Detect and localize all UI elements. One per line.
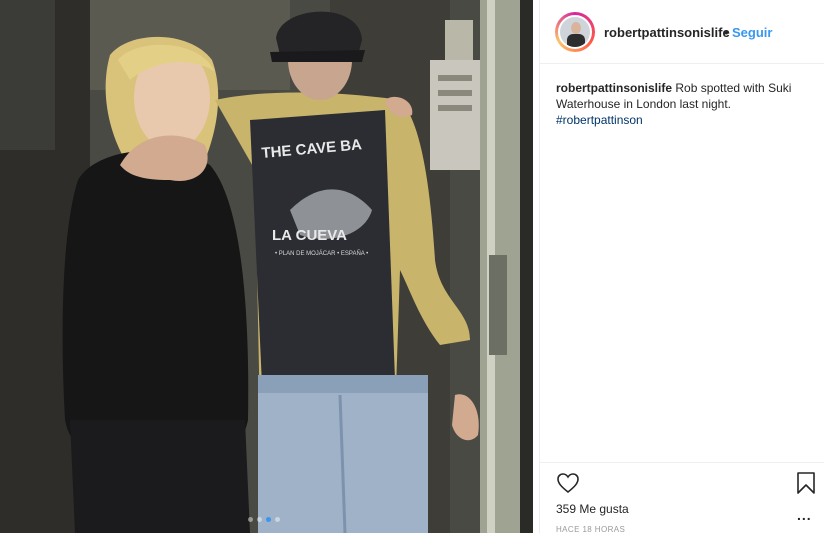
caption-username[interactable]: robertpattinsonislife <box>556 81 672 95</box>
header-separator: • <box>724 25 729 40</box>
bookmark-outline-icon[interactable] <box>796 471 816 495</box>
carousel-dots <box>248 517 280 522</box>
shirt-print-middle: LA CUEVA <box>272 227 347 244</box>
likes-count[interactable]: 359 Me gusta <box>556 502 629 516</box>
carousel-dot[interactable] <box>275 517 280 522</box>
post-header: robertpattinsonislife • Seguir <box>540 0 824 64</box>
carousel-dot[interactable] <box>248 517 253 522</box>
photo-scene: THE CAVE BA LA CUEVA • PLAN DE MOJÁCAR •… <box>0 0 533 533</box>
avatar[interactable] <box>555 12 595 52</box>
post-sidebar: robertpattinsonislife • Seguir robertpat… <box>539 0 824 534</box>
post-actions: 359 Me gusta HACE 18 HORAS ... <box>540 462 824 534</box>
more-options-icon[interactable]: ... <box>797 507 812 523</box>
post-photo[interactable]: THE CAVE BA LA CUEVA • PLAN DE MOJÁCAR •… <box>0 0 533 533</box>
hashtag-link[interactable]: #robertpattinson <box>556 112 811 128</box>
carousel-dot[interactable] <box>266 517 271 522</box>
carousel-dot[interactable] <box>257 517 262 522</box>
post-caption: robertpattinsonislife Rob spotted with S… <box>556 80 811 128</box>
shirt-print-bottom: • PLAN DE MOJÁCAR • ESPAÑA • <box>275 250 368 257</box>
follow-button[interactable]: Seguir <box>732 25 772 40</box>
username-link[interactable]: robertpattinsonislife <box>604 25 730 40</box>
heart-outline-icon[interactable] <box>556 471 580 495</box>
